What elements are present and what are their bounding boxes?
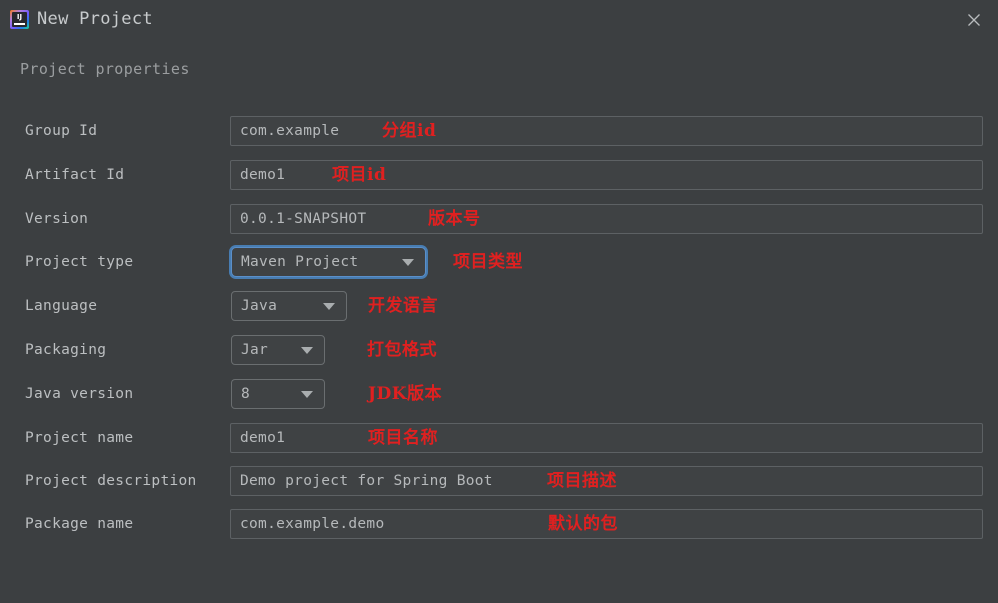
chevron-down-icon xyxy=(323,303,335,310)
label-project-name: Project name xyxy=(25,430,134,446)
window-title: New Project xyxy=(37,9,153,29)
input-group-id[interactable]: com.example xyxy=(230,116,983,146)
intellij-idea-icon: IJ xyxy=(10,10,29,29)
form-row-language: Language Java 开发语言 xyxy=(0,291,998,321)
label-packaging: Packaging xyxy=(25,342,107,358)
new-project-dialog: IJ New Project Project properties Group … xyxy=(0,0,998,603)
label-group-id: Group Id xyxy=(25,123,98,139)
dropdown-language[interactable]: Java xyxy=(231,291,347,321)
title-bar: IJ New Project xyxy=(0,0,998,40)
form-row-project-name: Project name demo1 项目名称 xyxy=(0,423,998,453)
form-row-project-type: Project type Maven Project 项目类型 xyxy=(0,247,998,277)
section-heading: Project properties xyxy=(20,60,190,78)
dropdown-packaging[interactable]: Jar xyxy=(231,335,325,365)
annotation-version: 版本号 xyxy=(428,209,481,229)
dropdown-java-version[interactable]: 8 xyxy=(231,379,325,409)
form-row-packaging: Packaging Jar 打包格式 xyxy=(0,335,998,365)
form-row-package-name: Package name com.example.demo 默认的包 xyxy=(0,509,998,539)
form-row-project-description: Project description Demo project for Spri… xyxy=(0,466,998,496)
annotation-package-name: 默认的包 xyxy=(548,514,618,534)
form-row-group-id: Group Id com.example 分组id xyxy=(0,116,998,146)
annotation-packaging: 打包格式 xyxy=(367,340,437,360)
label-artifact-id: Artifact Id xyxy=(25,167,125,183)
annotation-artifact-id: 项目id xyxy=(332,165,387,185)
dropdown-value-language: Java xyxy=(241,298,278,314)
annotation-project-type: 项目类型 xyxy=(453,252,523,272)
app-icon-underline xyxy=(14,23,25,25)
form-row-version: Version 0.0.1-SNAPSHOT 版本号 xyxy=(0,204,998,234)
dropdown-value-java-version: 8 xyxy=(241,386,251,402)
input-version[interactable]: 0.0.1-SNAPSHOT xyxy=(230,204,983,234)
form-row-artifact-id: Artifact Id demo1 项目id xyxy=(0,160,998,190)
close-icon[interactable] xyxy=(960,6,988,34)
chevron-down-icon xyxy=(301,391,313,398)
app-icon-label: IJ xyxy=(16,13,23,21)
annotation-project-description: 项目描述 xyxy=(547,471,617,491)
annotation-language: 开发语言 xyxy=(368,296,438,316)
annotation-project-name: 项目名称 xyxy=(368,428,438,448)
annotation-java-version: JDK版本 xyxy=(368,384,443,404)
dropdown-value-project-type: Maven Project xyxy=(241,254,359,270)
chevron-down-icon xyxy=(301,347,313,354)
dropdown-project-type[interactable]: Maven Project xyxy=(231,247,426,277)
chevron-down-icon xyxy=(402,259,414,266)
label-java-version: Java version xyxy=(25,386,134,402)
input-project-name[interactable]: demo1 xyxy=(230,423,983,453)
label-package-name: Package name xyxy=(25,516,134,532)
label-version: Version xyxy=(25,211,89,227)
label-project-description: Project description xyxy=(25,473,197,489)
annotation-group-id: 分组id xyxy=(382,121,437,141)
dropdown-value-packaging: Jar xyxy=(241,342,269,358)
form-row-java-version: Java version 8 JDK版本 xyxy=(0,379,998,409)
label-project-type: Project type xyxy=(25,254,134,270)
label-language: Language xyxy=(25,298,98,314)
